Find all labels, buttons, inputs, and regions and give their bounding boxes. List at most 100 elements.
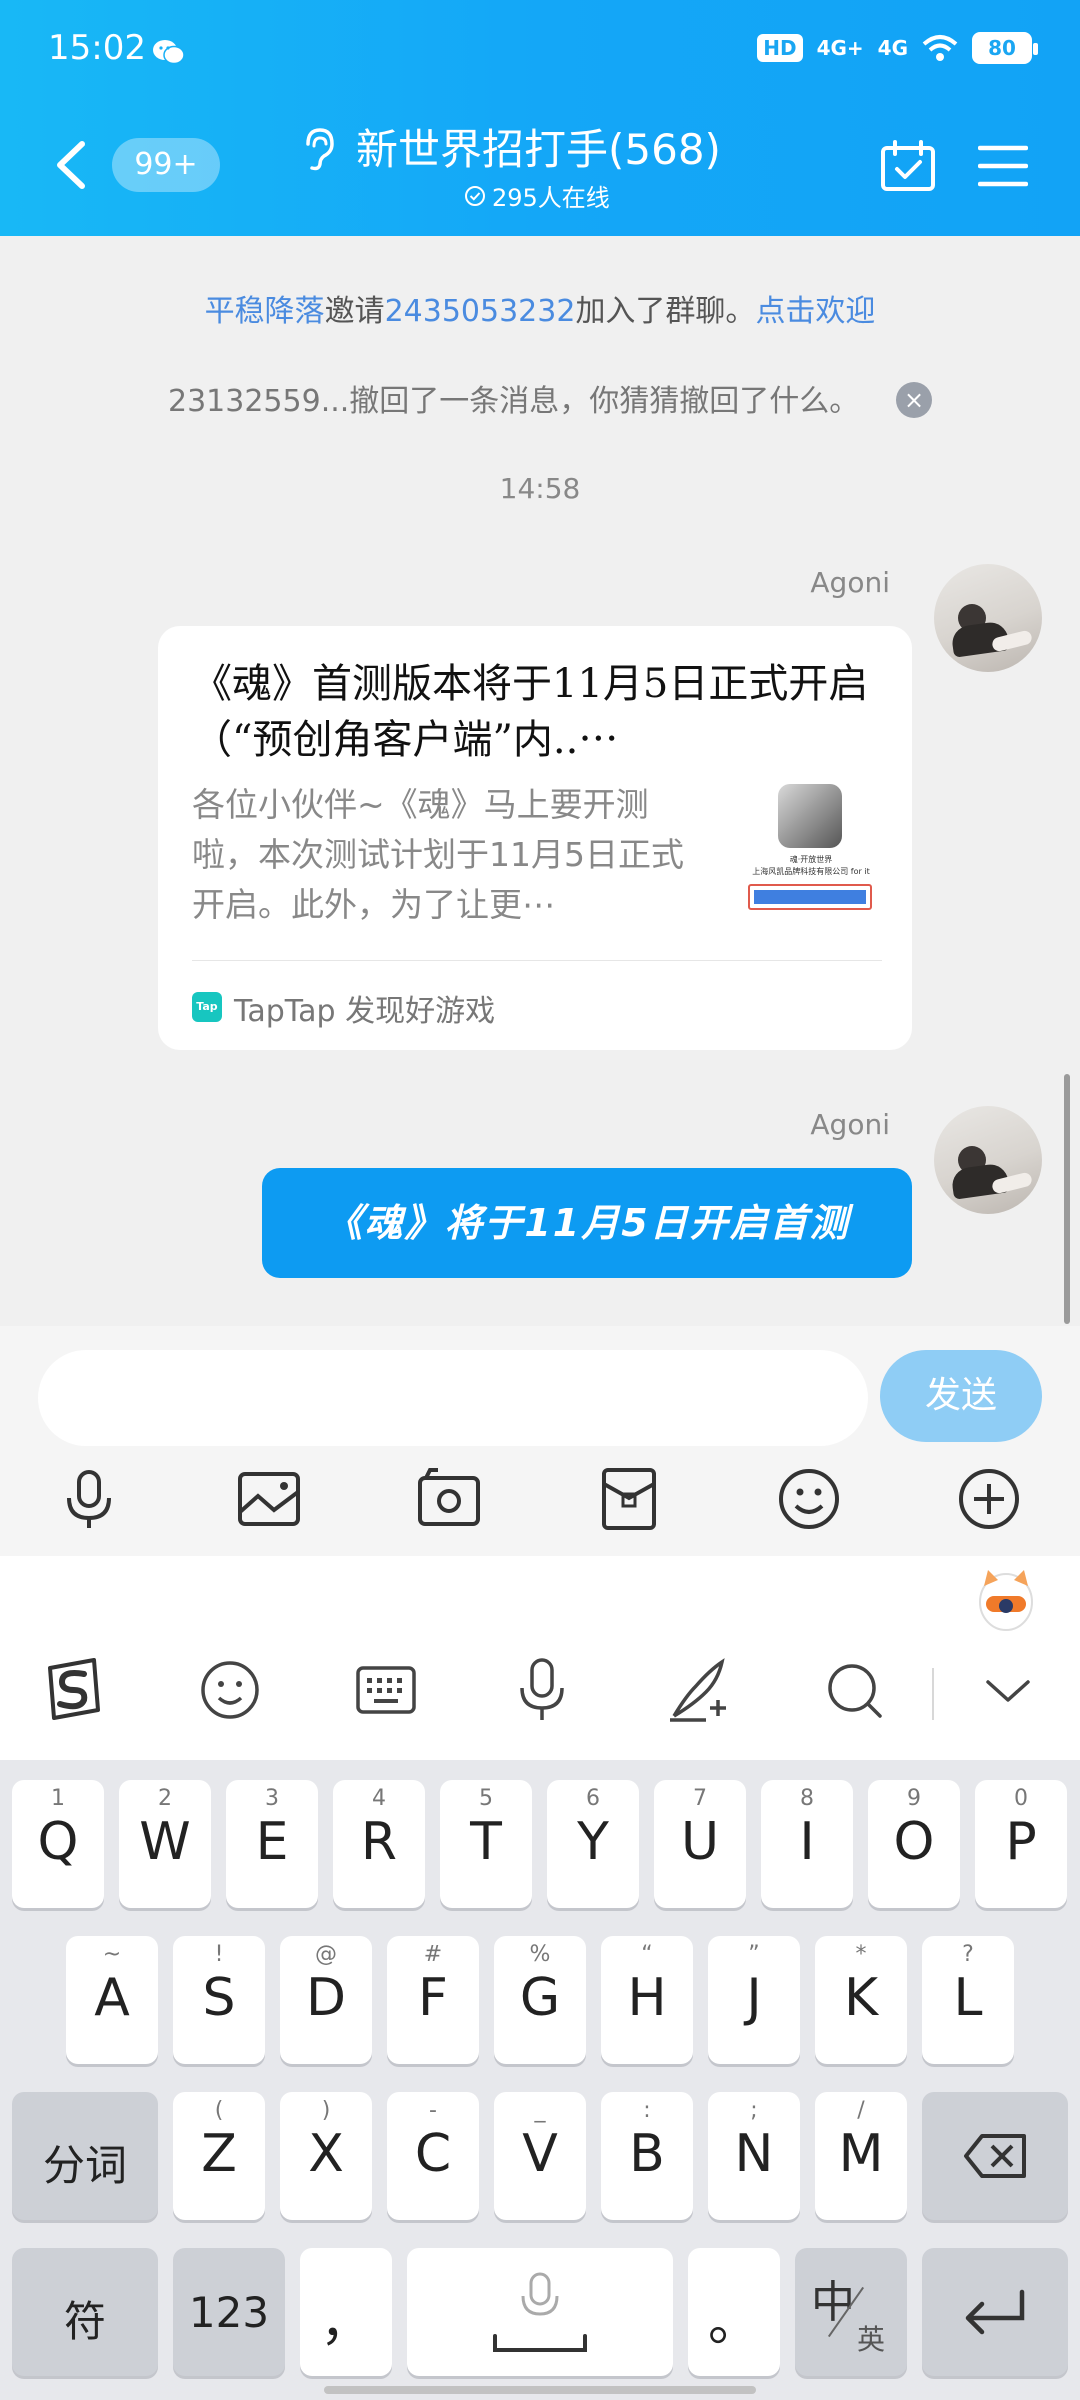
key-h[interactable]: “H xyxy=(601,1936,693,2064)
microphone-icon[interactable] xyxy=(510,1656,574,1724)
key-p[interactable]: 0P xyxy=(975,1780,1067,1908)
inviter-link[interactable]: 平稳降落 xyxy=(205,294,325,329)
chat-messages[interactable]: 平稳降落邀请2435053232加入了群聊。点击欢迎 23132559...撤回… xyxy=(0,236,1080,1326)
backspace-icon xyxy=(964,2134,1026,2178)
key-lang-switch[interactable]: 中 英 xyxy=(795,2248,907,2376)
back-icon[interactable] xyxy=(52,140,92,190)
thumb-publisher: 上海风凯品牌科技有限公司 for it xyxy=(752,867,870,876)
emoji-icon[interactable] xyxy=(198,1656,262,1724)
wechat-icon xyxy=(153,40,185,65)
key-t[interactable]: 5T xyxy=(440,1780,532,1908)
system-message-recall: 23132559...撤回了一条消息，你猜猜撤回了什么。 xyxy=(168,384,860,419)
key-q[interactable]: 1Q xyxy=(12,1780,104,1908)
battery-indicator: 80 xyxy=(972,32,1038,64)
online-count-label: 295人在线 xyxy=(492,184,610,212)
key-g[interactable]: % G xyxy=(494,1936,586,2064)
microphone-icon[interactable] xyxy=(54,1464,124,1534)
key-w[interactable]: 2W xyxy=(119,1780,211,1908)
unread-count-badge[interactable]: 99+ xyxy=(112,138,220,192)
plus-icon[interactable] xyxy=(954,1464,1024,1534)
welcome-link[interactable]: 点击欢迎 xyxy=(755,294,875,329)
card-thumbnail: 魂·开放世界 上海风凯品牌科技有限公司 for it xyxy=(738,784,884,924)
keyboard-toolbar xyxy=(0,1556,1080,1760)
card-divider xyxy=(192,960,882,961)
system-message-join: 平稳降落邀请2435053232加入了群聊。点击欢迎 xyxy=(0,286,1080,330)
enter-icon xyxy=(965,2289,1025,2335)
key-numbers[interactable]: 123 xyxy=(173,2248,285,2376)
camera-icon[interactable] xyxy=(414,1464,484,1534)
key-period[interactable]: 。 xyxy=(688,2248,780,2376)
avatar[interactable] xyxy=(934,1106,1042,1214)
ime-keyboard: 1Q 2W 3E 4R 5T 6Y 7U 8I 9O 0P ~ A ! S @ D #… xyxy=(0,1556,1080,2400)
shared-link-card[interactable]: 《魂》首测版本将于11月5日正式开启（“预创角客户端”内..⋯ 各位小伙伴~《魂… xyxy=(158,626,912,1050)
sender-name: Agoni xyxy=(810,1108,890,1141)
keyboard-keys: 1Q 2W 3E 4R 5T 6Y 7U 8I 9O 0P ~ A ! S @ D #… xyxy=(0,1760,1080,2400)
message-timestamp: 14:58 xyxy=(499,472,581,505)
toolbar-divider xyxy=(932,1668,934,1720)
key-comma[interactable]: ， xyxy=(300,2248,392,2376)
key-backspace[interactable] xyxy=(922,2092,1068,2220)
message-input-bar: 发送 xyxy=(0,1326,1080,1556)
ime-mascot-icon[interactable] xyxy=(976,1566,1036,1634)
handwriting-icon[interactable] xyxy=(666,1656,730,1724)
key-i[interactable]: 8I xyxy=(761,1780,853,1908)
key-e[interactable]: 3E xyxy=(226,1780,318,1908)
sender-name: Agoni xyxy=(810,566,890,599)
key-space[interactable] xyxy=(407,2248,673,2376)
key-n[interactable]: ; N xyxy=(708,2092,800,2220)
key-fenci[interactable]: 分词 xyxy=(12,2092,158,2220)
check-circle-icon xyxy=(465,185,485,206)
signal-4g-icon: 4G xyxy=(877,36,908,60)
emoji-icon[interactable] xyxy=(774,1464,844,1534)
key-symbols[interactable]: 符 xyxy=(12,2248,158,2376)
home-indicator[interactable] xyxy=(324,2386,756,2394)
chat-header: 15:02 HD 4G+ 4G 80 99+ 新世界招打手(568) 295人在… xyxy=(0,0,1080,236)
key-m[interactable]: / M xyxy=(815,2092,907,2220)
key-r[interactable]: 4R xyxy=(333,1780,425,1908)
ear-icon xyxy=(306,128,334,171)
key-j[interactable]: ” J xyxy=(708,1936,800,2064)
key-s[interactable]: ! S xyxy=(173,1936,265,2064)
key-f[interactable]: # F xyxy=(387,1936,479,2064)
key-z[interactable]: (Z xyxy=(173,2092,265,2220)
thumb-title: 魂·开放世界 xyxy=(789,855,833,864)
status-bar: 15:02 HD 4G+ 4G 80 xyxy=(0,0,1080,100)
key-y[interactable]: 6Y xyxy=(547,1780,639,1908)
system-text: 邀请 xyxy=(324,294,385,329)
chat-scrollbar[interactable] xyxy=(1064,1074,1070,1324)
search-icon[interactable] xyxy=(822,1656,886,1724)
game-logo-icon xyxy=(778,784,842,848)
close-icon[interactable]: × xyxy=(896,382,932,418)
key-c[interactable]: -C xyxy=(387,2092,479,2220)
key-l[interactable]: ? L xyxy=(922,1936,1014,2064)
space-mic-icon xyxy=(493,2272,587,2352)
avatar[interactable] xyxy=(934,564,1042,672)
send-button[interactable]: 发送 xyxy=(880,1350,1042,1442)
key-a[interactable]: ~ A xyxy=(66,1936,158,2064)
message-input[interactable] xyxy=(38,1350,868,1446)
calendar-check-icon[interactable] xyxy=(880,140,936,192)
hd-badge: HD xyxy=(757,34,803,62)
chevron-down-icon[interactable] xyxy=(976,1656,1040,1724)
key-d[interactable]: @ D xyxy=(280,1936,372,2064)
red-packet-icon[interactable] xyxy=(594,1464,664,1534)
menu-icon[interactable] xyxy=(978,144,1028,188)
message-bubble[interactable]: 《魂》将于11月5日开启首测 xyxy=(262,1168,912,1278)
key-enter[interactable] xyxy=(922,2248,1068,2376)
key-u[interactable]: 7U xyxy=(654,1780,746,1908)
taptap-logo-icon: Tap xyxy=(192,992,222,1022)
wifi-icon xyxy=(922,35,958,61)
status-time: 15:02 xyxy=(48,28,146,68)
key-x[interactable]: ) X xyxy=(280,2092,372,2220)
sogou-logo-icon[interactable] xyxy=(40,1656,104,1724)
key-b[interactable]: :B xyxy=(601,2092,693,2220)
keyboard-icon[interactable] xyxy=(354,1656,418,1724)
invitee-link[interactable]: 2435053232 xyxy=(385,294,576,329)
key-o[interactable]: 9O xyxy=(868,1780,960,1908)
picture-icon[interactable] xyxy=(234,1464,304,1534)
key-k[interactable]: * K xyxy=(815,1936,907,2064)
online-count: 295人在线 xyxy=(464,178,610,213)
key-v[interactable]: _ V xyxy=(494,2092,586,2220)
thumb-button xyxy=(748,884,872,910)
card-title: 《魂》首测版本将于11月5日正式开启（“预创角客户端”内..⋯ xyxy=(192,661,869,763)
